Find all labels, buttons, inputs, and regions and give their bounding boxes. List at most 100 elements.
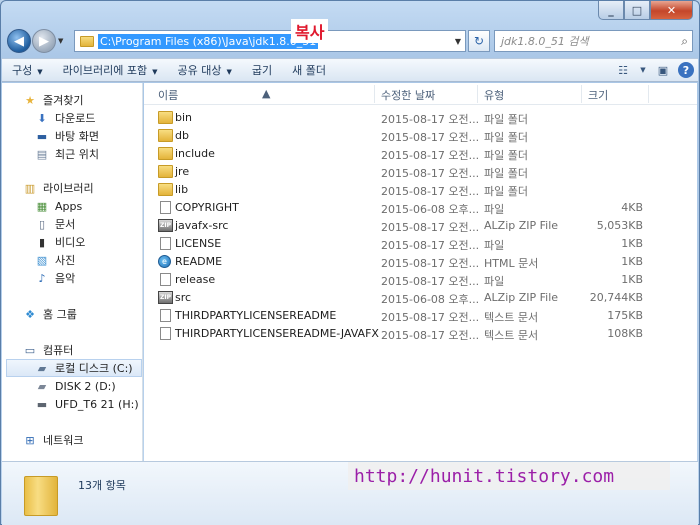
file-type: 파일 폴더 xyxy=(484,113,528,126)
column-type[interactable]: 유형 xyxy=(484,87,504,103)
nav-pictures[interactable]: ▧ 사진 xyxy=(34,251,142,269)
file-name: src xyxy=(175,291,192,304)
refresh-button[interactable]: ↻ xyxy=(468,30,490,52)
file-date: 2015-08-17 오전... xyxy=(381,239,480,252)
file-date: 2015-08-17 오전... xyxy=(381,113,480,126)
file-date: 2015-08-17 오전... xyxy=(381,149,480,162)
chevron-down-icon[interactable]: ▼ xyxy=(455,37,461,46)
nav-libraries[interactable]: ▥ 라이브러리 xyxy=(22,179,142,197)
file-size: 108KB xyxy=(607,327,643,340)
recent-places-icon: ▤ xyxy=(36,147,48,161)
file-row[interactable]: THIRDPARTYLICENSEREADME-JAVAFX 2015-08-17… xyxy=(144,325,697,343)
burn-label: 굽기 xyxy=(251,64,273,77)
explorer-window: _ □ ✕ ◀ ▶ ▼ C:\Program Files (x86)\Java\… xyxy=(0,0,700,525)
help-icon[interactable]: ? xyxy=(678,62,694,78)
file-size: 5,053KB xyxy=(596,219,643,232)
nav-videos[interactable]: ▮ 비디오 xyxy=(34,233,142,251)
nav-apps-label: Apps xyxy=(55,199,83,213)
file-name: LICENSE xyxy=(175,237,222,250)
file-date: 2015-08-17 오전... xyxy=(381,311,480,324)
file-name: README xyxy=(175,255,223,268)
documents-icon: ▯ xyxy=(38,217,46,231)
file-row[interactable]: lib 2015-08-17 오전... 파일 폴더 xyxy=(144,181,697,199)
arrow-left-icon: ◀ xyxy=(14,33,24,49)
preview-pane-icon[interactable]: ▣ xyxy=(652,61,674,79)
file-row[interactable]: ZIP src 2015-06-08 오후... ALZip ZIP File 20,7… xyxy=(144,289,697,307)
folder-icon xyxy=(158,183,173,196)
nav-libraries-label: 라이브러리 xyxy=(43,182,94,195)
maximize-button[interactable]: □ xyxy=(624,1,650,20)
nav-downloads[interactable]: ⬇ 다운로드 xyxy=(34,109,142,127)
column-divider[interactable] xyxy=(477,85,478,103)
caption-buttons: _ □ ✕ xyxy=(598,1,693,20)
file-row[interactable]: LICENSE 2015-08-17 오전... 파일 1KB xyxy=(144,235,697,253)
chevron-down-icon[interactable]: ▼ xyxy=(638,61,648,79)
back-button[interactable]: ◀ xyxy=(7,29,31,53)
column-divider[interactable] xyxy=(581,85,582,103)
nav-local-disk-c[interactable]: ▰ 로컬 디스크 (C:) xyxy=(6,359,142,377)
file-date: 2015-08-17 오전... xyxy=(381,167,480,180)
file-row[interactable]: release 2015-08-17 오전... 파일 1KB xyxy=(144,271,697,289)
file-name: release xyxy=(175,273,216,286)
share-with-button[interactable]: 공유 대상 ▼ xyxy=(168,62,242,78)
column-name[interactable]: 이름 xyxy=(158,87,178,103)
search-input[interactable]: jdk1.8.0_51 검색 ⌕ xyxy=(494,30,693,52)
file-type: ALZip ZIP File xyxy=(484,291,559,304)
file-size: 1KB xyxy=(621,237,643,250)
computer-icon: ▭ xyxy=(24,343,36,357)
file-type: 텍스트 문서 xyxy=(484,329,539,342)
include-in-library-button[interactable]: 라이브러리에 포함 ▼ xyxy=(53,62,168,78)
nav-documents-label: 문서 xyxy=(55,218,76,231)
nav-desktop[interactable]: ▬ 바탕 화면 xyxy=(34,127,142,145)
file-size: 1KB xyxy=(621,273,643,286)
burn-button[interactable]: 굽기 xyxy=(242,62,282,78)
nav-music[interactable]: ♪ 음악 xyxy=(34,269,142,287)
address-bar[interactable]: C:\Program Files (x86)\Java\jdk1.8.0_51 … xyxy=(74,30,466,52)
address-path[interactable]: C:\Program Files (x86)\Java\jdk1.8.0_51 xyxy=(98,33,319,49)
include-in-library-label: 라이브러리에 포함 xyxy=(62,64,148,77)
file-date: 2015-08-17 오전... xyxy=(381,131,480,144)
file-row[interactable]: jre 2015-08-17 오전... 파일 폴더 xyxy=(144,163,697,181)
nav-homegroup[interactable]: ❖ 홈 그룹 xyxy=(22,305,142,323)
file-row[interactable]: COPYRIGHT 2015-06-08 오후... 파일 4KB xyxy=(144,199,697,217)
nav-apps[interactable]: ▦ Apps xyxy=(34,197,142,215)
nav-network[interactable]: ⊞ 네트워크 xyxy=(22,431,142,449)
column-date[interactable]: 수정한 날짜 xyxy=(381,87,435,103)
nav-documents[interactable]: ▯ 문서 xyxy=(34,215,142,233)
nav-recent-places[interactable]: ▤ 최근 위치 xyxy=(34,145,142,163)
nav-homegroup-label: 홈 그룹 xyxy=(43,308,77,321)
organize-button[interactable]: 구성 ▼ xyxy=(2,62,53,78)
file-row[interactable]: e README 2015-08-17 오전... HTML 문서 1KB xyxy=(144,253,697,271)
zip-file-icon: ZIP xyxy=(158,291,173,304)
file-row[interactable]: bin 2015-08-17 오전... 파일 폴더 xyxy=(144,109,697,127)
nav-disk-2-d[interactable]: ▰ DISK 2 (D:) xyxy=(34,377,142,395)
nav-disk-2-d-label: DISK 2 (D:) xyxy=(55,379,116,393)
videos-icon: ▮ xyxy=(38,235,46,249)
column-divider[interactable] xyxy=(648,85,649,103)
nav-computer[interactable]: ▭ 컴퓨터 xyxy=(22,341,142,359)
nav-favorites[interactable]: ★ 즐겨찾기 xyxy=(22,91,142,109)
view-options-icon[interactable]: ☷ xyxy=(612,61,634,79)
usb-drive-icon: ▬ xyxy=(36,397,48,411)
column-divider[interactable] xyxy=(374,85,375,103)
new-folder-button[interactable]: 새 폴더 xyxy=(282,62,336,78)
organize-label: 구성 xyxy=(12,64,33,77)
close-button[interactable]: ✕ xyxy=(650,1,693,20)
column-size[interactable]: 크기 xyxy=(588,87,608,103)
file-date: 2015-08-17 오전... xyxy=(381,329,480,342)
file-type: 파일 xyxy=(484,203,505,216)
drive-icon: ▰ xyxy=(37,361,47,375)
search-icon[interactable]: ⌕ xyxy=(681,34,688,49)
folder-icon xyxy=(158,165,173,178)
nav-desktop-label: 바탕 화면 xyxy=(55,130,99,143)
file-row[interactable]: ZIP javafx-src 2015-08-17 오전... ALZip ZIP F… xyxy=(144,217,697,235)
recent-pages-dropdown[interactable]: ▼ xyxy=(58,37,68,45)
forward-button[interactable]: ▶ xyxy=(32,29,56,53)
minimize-button[interactable]: _ xyxy=(598,1,624,20)
file-row[interactable]: db 2015-08-17 오전... 파일 폴더 xyxy=(144,127,697,145)
file-row[interactable]: THIRDPARTYLICENSEREADME 2015-08-17 오전... 텍… xyxy=(144,307,697,325)
file-row[interactable]: include 2015-08-17 오전... 파일 폴더 xyxy=(144,145,697,163)
file-date: 2015-08-17 오전... xyxy=(381,185,480,198)
nav-ufd-h[interactable]: ▬ UFD_T6 21 (H:) xyxy=(34,395,142,413)
nav-computer-label: 컴퓨터 xyxy=(43,344,74,357)
